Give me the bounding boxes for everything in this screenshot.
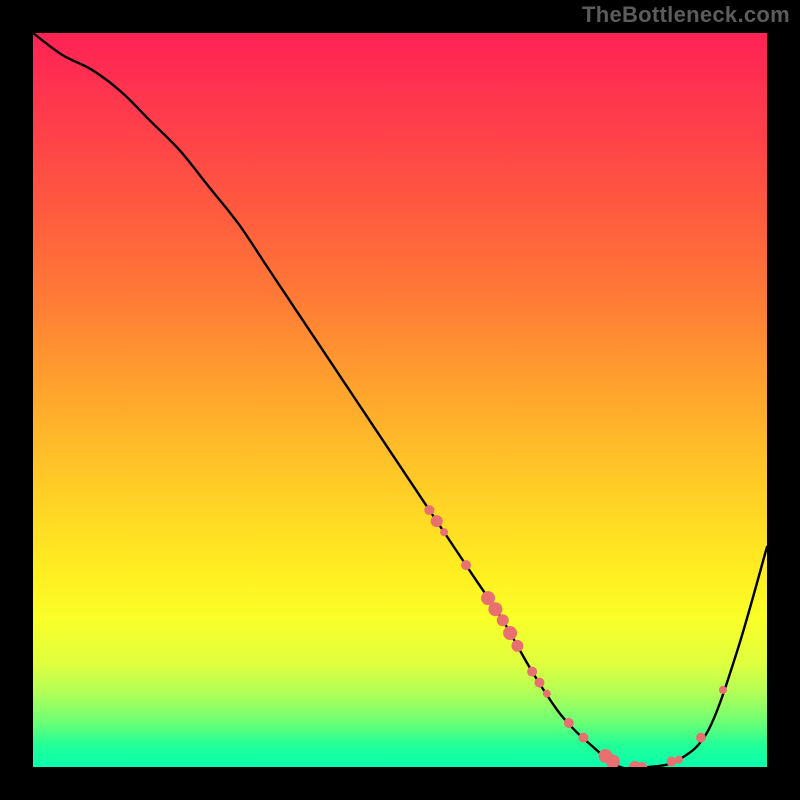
- chart-svg: [33, 33, 767, 767]
- marker-dot: [440, 528, 448, 536]
- marker-dot: [503, 626, 517, 640]
- marker-dot: [534, 678, 544, 688]
- marker-dot: [497, 614, 509, 626]
- marker-dot: [461, 560, 471, 570]
- marker-dot: [579, 733, 589, 743]
- marker-dot: [696, 733, 706, 743]
- marker-dot: [431, 515, 443, 527]
- chart-wrapper: TheBottleneck.com: [0, 0, 800, 800]
- marker-dot: [527, 667, 537, 677]
- marker-dot: [488, 602, 502, 616]
- marker-group: [424, 505, 727, 767]
- marker-dot: [667, 756, 677, 766]
- marker-dot: [564, 718, 574, 728]
- marker-dot: [719, 686, 727, 694]
- watermark-text: TheBottleneck.com: [582, 2, 790, 28]
- marker-dot: [675, 756, 683, 764]
- marker-dot: [511, 640, 523, 652]
- marker-dot: [424, 505, 434, 515]
- curve-line: [33, 33, 767, 767]
- marker-dot: [543, 690, 551, 698]
